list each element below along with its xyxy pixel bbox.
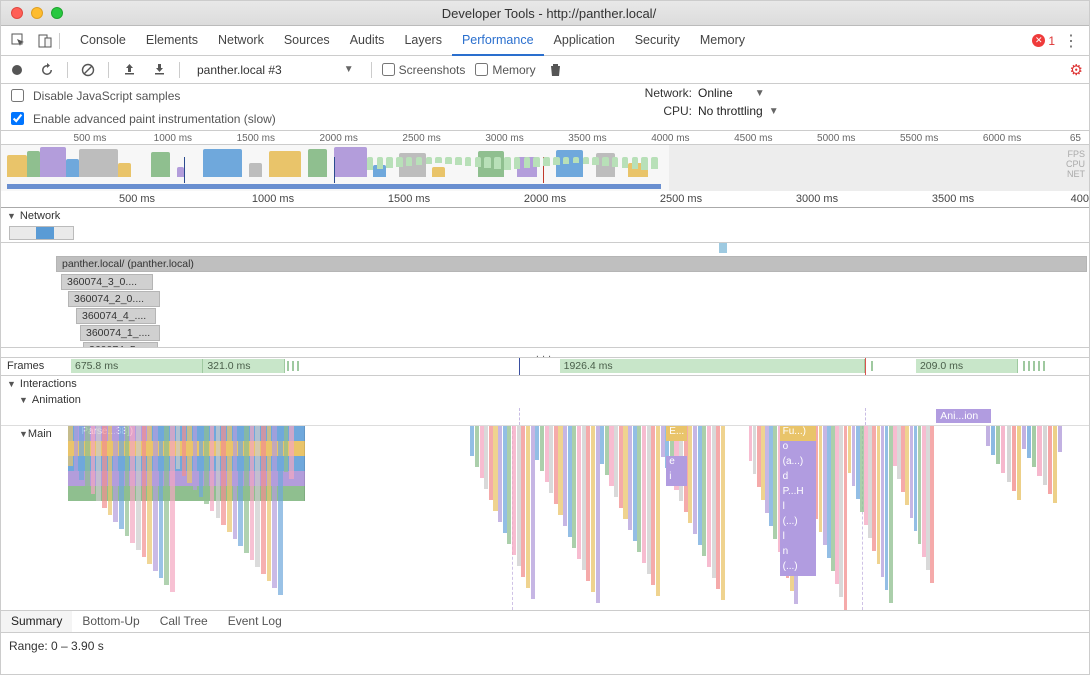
network-section: ▼ Network (1, 208, 1089, 243)
close-window-icon[interactable] (11, 7, 23, 19)
flame-block[interactable]: (...) (780, 516, 816, 531)
overflow-indicator: ... (1, 348, 1089, 358)
tab-console[interactable]: Console (70, 26, 136, 56)
tab-performance[interactable]: Performance (452, 26, 544, 56)
disable-js-samples-checkbox[interactable]: Disable JavaScript samples (7, 86, 622, 105)
maximize-window-icon[interactable] (51, 7, 63, 19)
memory-checkbox[interactable]: Memory (475, 63, 535, 77)
disclosure-triangle-icon[interactable]: ▼ (7, 211, 16, 221)
tab-network[interactable]: Network (208, 26, 274, 56)
waterfall-request[interactable]: 360074_1_.... (80, 325, 160, 341)
minimize-window-icon[interactable] (31, 7, 43, 19)
tab-memory[interactable]: Memory (690, 26, 755, 56)
tab-sources[interactable]: Sources (274, 26, 340, 56)
tab-elements[interactable]: Elements (136, 26, 208, 56)
main-tabbar: Console Elements Network Sources Audits … (1, 26, 1089, 56)
trash-icon[interactable] (546, 60, 566, 80)
main-section: ▼Main Parse...38])Ev...)E...eiFu...)o(a.… (1, 426, 1089, 611)
cpu-throttle-select[interactable]: CPU:No throttling▼ (622, 104, 779, 118)
download-icon[interactable] (149, 60, 169, 80)
network-section-label: Network (20, 210, 60, 222)
network-waterfall[interactable]: panther.local/ (panther.local) 360074_3_… (1, 243, 1089, 348)
tab-application[interactable]: Application (544, 26, 625, 56)
tab-event-log[interactable]: Event Log (218, 611, 292, 632)
main-label: Main (28, 428, 52, 440)
frame-block[interactable]: 321.0 ms (203, 359, 284, 373)
window-title: Developer Tools - http://panther.local/ (73, 6, 1025, 21)
flame-block[interactable]: i (666, 471, 687, 486)
waterfall-request[interactable]: 360074_5 (83, 342, 158, 348)
animation-label: Animation (32, 394, 81, 406)
tab-layers[interactable]: Layers (394, 26, 452, 56)
error-count-badge[interactable]: ✕1 (1032, 34, 1055, 48)
animation-track[interactable]: Ani...ion (71, 408, 1089, 425)
tab-bottom-up[interactable]: Bottom-Up (72, 611, 149, 632)
frame-block[interactable]: 675.8 ms (71, 359, 203, 373)
flame-chart[interactable]: Parse...38])Ev...)E...eiFu...)o(a...)dP.… (58, 426, 1089, 610)
reload-icon[interactable] (37, 60, 57, 80)
frames-section: Frames 675.8 ms321.0 ms 1926.4 ms 209.0 ms (1, 358, 1089, 376)
network-throttle-select[interactable]: Network:Online▼ (622, 86, 779, 100)
record-icon[interactable] (7, 60, 27, 80)
tab-call-tree[interactable]: Call Tree (150, 611, 218, 632)
tab-security[interactable]: Security (625, 26, 690, 56)
perf-toolbar: panther.local #3▼ Screenshots Memory ⚙ (1, 56, 1089, 84)
animation-block[interactable]: Ani...ion (936, 409, 991, 423)
waterfall-request[interactable]: 360074_2_0.... (68, 291, 160, 307)
disclosure-triangle-icon[interactable]: ▼ (19, 429, 28, 439)
inspect-element-icon[interactable] (7, 30, 31, 52)
flame-block[interactable]: n (780, 546, 816, 561)
overview-dimmed-region (669, 145, 1089, 191)
waterfall-request[interactable]: 360074_3_0.... (61, 274, 153, 290)
flame-block[interactable]: E... (666, 426, 687, 441)
device-toggle-icon[interactable] (33, 30, 57, 52)
flame-block[interactable]: (...) (780, 561, 816, 576)
advanced-paint-checkbox[interactable]: Enable advanced paint instrumentation (s… (7, 109, 622, 128)
flame-block[interactable]: Fu...) (780, 426, 816, 441)
interactions-section: ▼ Interactions ▼ Animation Ani...ion (1, 376, 1089, 426)
tab-audits[interactable]: Audits (340, 26, 395, 56)
flame-block[interactable]: d (780, 471, 816, 486)
frames-track[interactable]: 675.8 ms321.0 ms 1926.4 ms 209.0 ms (71, 358, 1089, 375)
disclosure-triangle-icon[interactable]: ▼ (19, 395, 28, 405)
overview-strip[interactable]: 500 ms1000 ms1500 ms2000 ms2500 ms3000 m… (1, 131, 1089, 191)
waterfall-request-main[interactable]: panther.local/ (panther.local) (56, 256, 1087, 272)
overview-ruler: 500 ms1000 ms1500 ms2000 ms2500 ms3000 m… (1, 131, 1089, 145)
overview-labels: FPS CPU NET (1066, 149, 1085, 179)
titlebar: Developer Tools - http://panther.local/ (1, 1, 1089, 26)
recording-select[interactable]: panther.local #3▼ (190, 60, 361, 80)
more-options-icon[interactable]: ⋮ (1063, 31, 1079, 51)
tab-summary[interactable]: Summary (1, 611, 72, 632)
frame-block[interactable]: 209.0 ms (916, 359, 1018, 373)
screenshots-checkbox[interactable]: Screenshots (382, 63, 466, 77)
flame-block[interactable]: (a...) (780, 456, 816, 471)
disclosure-triangle-icon[interactable]: ▼ (7, 379, 16, 389)
panel-tabs: Console Elements Network Sources Audits … (70, 26, 755, 56)
network-minimap[interactable] (9, 226, 74, 240)
waterfall-request[interactable]: 360074_4_.... (76, 308, 156, 324)
range-text: Range: 0 – 3.90 s (1, 633, 1089, 659)
clear-icon[interactable] (78, 60, 98, 80)
flame-block[interactable]: P...H (780, 486, 816, 501)
flame-block[interactable]: l (780, 501, 816, 516)
perf-settings: Disable JavaScript samples Enable advanc… (1, 84, 1089, 131)
overview-net-bar (7, 184, 661, 189)
frame-block[interactable]: 1926.4 ms (560, 359, 865, 373)
flame-block[interactable]: l (780, 531, 816, 546)
upload-icon[interactable] (119, 60, 139, 80)
flame-block[interactable]: o (780, 441, 816, 456)
interactions-label: Interactions (20, 378, 77, 390)
frames-label: Frames (1, 358, 71, 375)
timeline-ruler[interactable]: 500 ms1000 ms1500 ms2000 ms2500 ms3000 m… (1, 191, 1089, 208)
detail-tabs: Summary Bottom-Up Call Tree Event Log (1, 611, 1089, 633)
flame-block[interactable]: e (666, 456, 687, 471)
settings-gear-icon[interactable]: ⚙ (1070, 61, 1083, 79)
